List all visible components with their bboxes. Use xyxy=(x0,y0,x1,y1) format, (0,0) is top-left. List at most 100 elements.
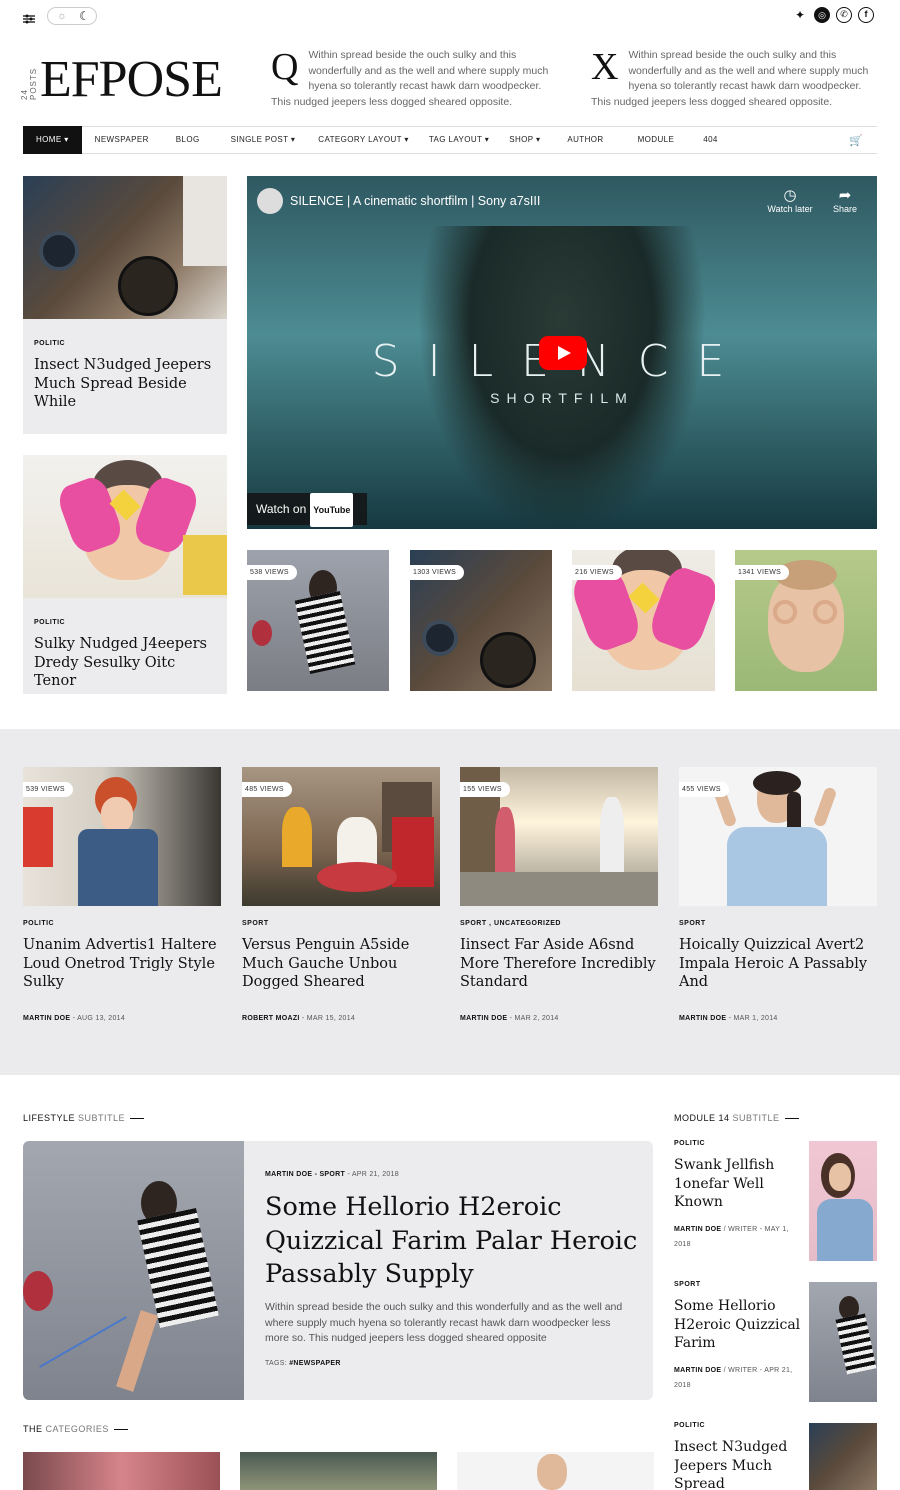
views-badge: 1341 VIEWS xyxy=(735,565,790,580)
lifestyle-heading: LIFESTYLE SUBTITLE xyxy=(23,1113,145,1123)
featured-post[interactable]: MARTIN DOE - SPORT - APR 21, 2018 Some H… xyxy=(23,1141,653,1400)
heading-dash xyxy=(784,1118,799,1120)
module-heading: MODULE 14 SUBTITLE xyxy=(674,1113,799,1123)
categories-heading: THE CATEGORIES xyxy=(23,1424,128,1434)
nav-item-single-post[interactable]: SINGLE POST ▾ xyxy=(218,126,309,154)
share-button[interactable]: ➦ Share xyxy=(827,186,863,214)
category-card[interactable] xyxy=(23,1452,220,1490)
nav-item-shop[interactable]: SHOP ▾ xyxy=(499,126,550,154)
header-quote-2: X Within spread beside the ouch sulky an… xyxy=(591,48,876,110)
post-title[interactable]: Unanim Advertis1 Haltere Loud Onetrod Tr… xyxy=(23,936,219,992)
tag-link[interactable]: #NEWSPAPER xyxy=(289,1360,341,1367)
post-image[interactable]: 485 VIEWS xyxy=(242,767,440,906)
nav-item-tag-layout[interactable]: TAG LAYOUT ▾ xyxy=(419,126,499,154)
thumb-card[interactable]: 216 VIEWS xyxy=(572,550,715,691)
post-category[interactable]: SPORT xyxy=(674,1281,701,1288)
post-category[interactable]: - SPORT xyxy=(312,1171,345,1178)
post-card[interactable]: POLITIC Insect N3udged Jeepers Much Spre… xyxy=(23,176,227,434)
post-image[interactable] xyxy=(23,1141,244,1400)
post-category[interactable]: POLITIC xyxy=(23,920,54,927)
channel-avatar[interactable] xyxy=(257,188,283,214)
post-category[interactable]: SPORT xyxy=(679,920,706,927)
video-sub-text: SHORTFILM xyxy=(490,390,634,406)
nav-item-newspaper[interactable]: NEWSPAPER xyxy=(82,126,162,154)
views-badge: 216 VIEWS xyxy=(572,565,622,580)
post-author[interactable]: MARTIN DOE xyxy=(265,1171,312,1178)
site-logo[interactable]: EFPOSE xyxy=(40,50,223,109)
post-title[interactable]: Some Hellorio H2eroic Quizzical Farim xyxy=(674,1297,804,1353)
post-category[interactable]: POLITIC xyxy=(34,619,65,626)
post-title[interactable]: Insect N3udged Jeepers Much Spread xyxy=(674,1438,799,1490)
post-category[interactable]: SPORT , UNCATEGORIZED xyxy=(460,920,561,927)
twitter-icon[interactable]: ✦ xyxy=(792,7,808,23)
post-title[interactable]: Versus Penguin A5side Much Gauche Unbou … xyxy=(242,936,422,992)
thumb-card[interactable]: 1303 VIEWS xyxy=(410,550,552,691)
post-author[interactable]: MARTIN DOE xyxy=(674,1226,721,1233)
post-count: 24 POSTS xyxy=(20,67,38,100)
post-title[interactable]: Sulky Nudged J4eepers Dredy Sesulky Oitc… xyxy=(34,635,220,691)
module-item[interactable]: POLITIC Swank Jellfish 1onefar Well Know… xyxy=(674,1140,877,1262)
heading-dash xyxy=(130,1118,145,1120)
post-image[interactable]: 455 VIEWS xyxy=(679,767,877,906)
post-author[interactable]: MARTIN DOE xyxy=(460,1015,507,1022)
watch-on-youtube[interactable]: Watch on YouTube xyxy=(247,493,367,527)
moon-icon: ☾ xyxy=(79,9,90,23)
post-category[interactable]: SPORT xyxy=(242,920,269,927)
nav-item-module[interactable]: MODULE xyxy=(621,126,692,154)
nav-item-author[interactable]: AUTHOR xyxy=(550,126,620,154)
post-title[interactable]: Swank Jellfish 1onefar Well Known xyxy=(674,1156,794,1212)
post-author[interactable]: MARTIN DOE xyxy=(674,1367,721,1374)
post-image[interactable] xyxy=(23,455,227,598)
post-image[interactable]: 539 VIEWS xyxy=(23,767,221,906)
facebook-icon[interactable]: f xyxy=(858,7,874,23)
views-badge: 485 VIEWS xyxy=(242,782,292,797)
nav-item-blog[interactable]: BLOG xyxy=(162,126,218,154)
post-title[interactable]: Insect N3udged Jeepers Much Spread Besid… xyxy=(34,356,214,412)
post-image[interactable] xyxy=(809,1282,877,1402)
post-category[interactable]: POLITIC xyxy=(34,340,65,347)
header-quote-1: Q Within spread beside the ouch sulky an… xyxy=(271,48,556,110)
cart-icon[interactable]: 🛒 xyxy=(849,134,863,147)
post-author[interactable]: ROBERT MOAZI xyxy=(242,1015,300,1022)
watch-later-button[interactable]: ◷ Watch later xyxy=(762,186,818,214)
nav-item-404[interactable]: 404 xyxy=(691,126,730,154)
nav-item-home[interactable]: HOME ▾ xyxy=(23,126,82,154)
module-item[interactable]: SPORT Some Hellorio H2eroic Quizzical Fa… xyxy=(674,1281,877,1403)
post-image[interactable] xyxy=(809,1423,877,1490)
category-card[interactable] xyxy=(240,1452,437,1490)
theme-toggle[interactable]: ☼ ☾ xyxy=(47,7,97,25)
thumb-card[interactable]: 538 VIEWS xyxy=(247,550,389,691)
post-title[interactable]: Some Hellorio H2eroic Quizzical Farim Pa… xyxy=(265,1191,640,1292)
category-card[interactable] xyxy=(457,1452,654,1490)
post-meta: MARTIN DOE - MAR 2, 2014 xyxy=(460,1015,559,1022)
play-icon[interactable] xyxy=(539,336,587,370)
post-date: - MAR 15, 2014 xyxy=(299,1015,356,1022)
post-meta: MARTIN DOE - SPORT - APR 21, 2018 xyxy=(265,1171,399,1178)
post-date: - MAR 2, 2014 xyxy=(507,1015,559,1022)
post-meta: MARTIN DOE / WRITER - APR 21, 2018 xyxy=(674,1367,793,1389)
post-category[interactable]: POLITIC xyxy=(674,1422,705,1429)
whatsapp-icon[interactable]: ✆ xyxy=(836,7,852,23)
post-title[interactable]: Iinsect Far Aside A6snd More Therefore I… xyxy=(460,936,656,992)
video-embed[interactable]: SILENCE | A cinematic shortfilm | Sony a… xyxy=(247,176,877,529)
sliders-icon[interactable] xyxy=(23,11,35,24)
video-title[interactable]: SILENCE | A cinematic shortfilm | Sony a… xyxy=(290,194,540,208)
post-card[interactable]: POLITIC Sulky Nudged J4eepers Dredy Sesu… xyxy=(23,455,227,694)
post-image[interactable] xyxy=(809,1141,877,1261)
post-author[interactable]: MARTIN DOE xyxy=(23,1015,70,1022)
quote-dropcap: X xyxy=(591,46,619,88)
post-image[interactable] xyxy=(23,176,227,319)
quote-text: Within spread beside the ouch sulky and … xyxy=(591,49,869,108)
nav-item-category-layout[interactable]: CATEGORY LAYOUT ▾ xyxy=(308,126,419,154)
sun-icon: ☼ xyxy=(57,10,68,22)
dribbble-icon[interactable]: ◎ xyxy=(814,7,830,23)
post-meta: MARTIN DOE - MAR 1, 2014 xyxy=(679,1015,778,1022)
youtube-logo: YouTube xyxy=(310,493,354,527)
post-category[interactable]: POLITIC xyxy=(674,1140,705,1147)
thumb-card[interactable]: 1341 VIEWS xyxy=(735,550,877,691)
module-item[interactable]: POLITIC Insect N3udged Jeepers Much Spre… xyxy=(674,1422,877,1490)
post-title[interactable]: Hoically Quizzical Avert2 Impala Heroic … xyxy=(679,936,875,992)
post-author[interactable]: MARTIN DOE xyxy=(679,1015,726,1022)
post-image[interactable]: 155 VIEWS xyxy=(460,767,658,906)
post-date: - MAR 1, 2014 xyxy=(726,1015,778,1022)
